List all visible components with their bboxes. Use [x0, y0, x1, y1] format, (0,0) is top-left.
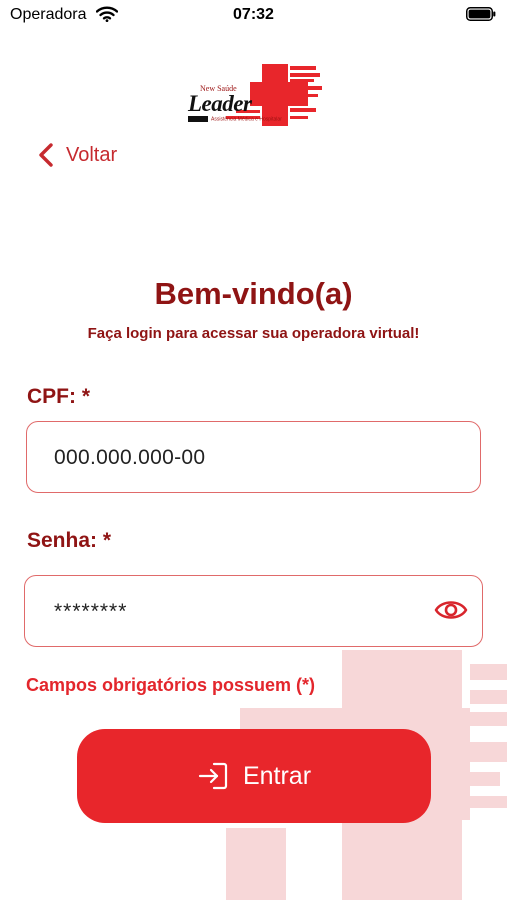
logo-subline: Assistência Médica e Hospitalar: [188, 116, 282, 124]
logo-black-band: [188, 116, 208, 122]
page-subtitle: Faça login para acessar sua operadora vi…: [87, 325, 420, 342]
logo-wordmark: Leader: [188, 91, 252, 116]
clock: 07:32: [233, 6, 274, 23]
login-button[interactable]: Entrar: [77, 729, 431, 823]
cpf-label: CPF: *: [27, 385, 90, 408]
eye-icon[interactable]: [434, 597, 468, 623]
back-button[interactable]: Voltar: [36, 141, 117, 169]
cpf-input[interactable]: 000.000.000-00: [26, 421, 481, 493]
chevron-left-icon: [39, 143, 53, 167]
status-bar: Operadora 07:32: [0, 0, 507, 32]
password-value: ********: [54, 600, 128, 623]
page-title: Bem-vindo(a): [154, 276, 353, 311]
back-label: Voltar: [66, 143, 118, 166]
required-fields-note: Campos obrigatórios possuem (*): [26, 675, 316, 695]
login-button-label: Entrar: [242, 761, 312, 790]
password-input[interactable]: ********: [24, 575, 483, 647]
password-label: Senha: *: [27, 529, 112, 552]
login-icon: [198, 762, 228, 790]
logo-subline-text: Assistência Médica e Hospitalar: [211, 116, 282, 123]
cpf-value: 000.000.000-00: [54, 446, 206, 469]
battery-icon: [466, 7, 496, 21]
